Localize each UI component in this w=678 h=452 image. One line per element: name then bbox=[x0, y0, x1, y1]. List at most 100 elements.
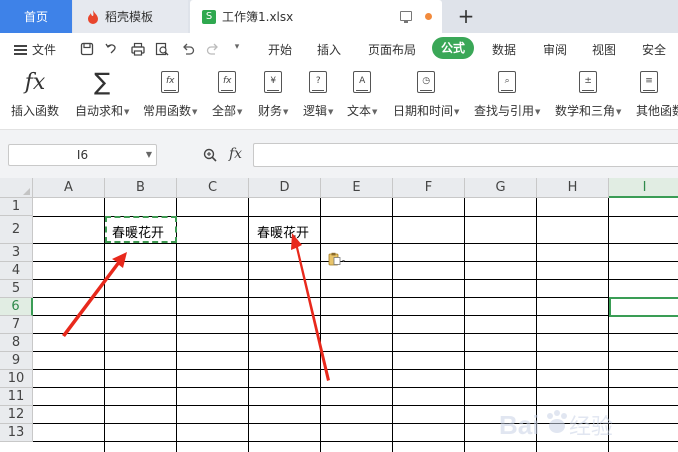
svg-text:经验: 经验 bbox=[569, 414, 613, 439]
common-functions-button[interactable]: fx 常用函数▼ bbox=[143, 69, 197, 119]
save-icon[interactable] bbox=[80, 42, 94, 56]
question-book-icon: ? bbox=[305, 69, 331, 95]
ribbon-label: 查找与引用 bbox=[474, 104, 535, 118]
column-header[interactable]: B bbox=[105, 178, 177, 198]
cell-border bbox=[33, 261, 678, 262]
row-header[interactable]: 3 bbox=[0, 244, 33, 262]
cell-border bbox=[33, 315, 678, 316]
docer-flame-icon bbox=[88, 9, 98, 24]
autosum-button[interactable]: ∑ 自动求和▼ bbox=[75, 68, 129, 119]
baidu-watermark: Bai 经验 bbox=[497, 404, 672, 444]
cell-border bbox=[33, 243, 678, 244]
column-header[interactable]: H bbox=[537, 178, 609, 198]
cell-border bbox=[33, 351, 678, 352]
customize-toolbar-icon[interactable]: ▾ bbox=[230, 42, 244, 56]
name-box[interactable]: I6 ▼ bbox=[8, 144, 157, 166]
ribbon-label: 全部 bbox=[212, 104, 237, 118]
insert-function-button[interactable]: fx 插入函数 bbox=[11, 69, 59, 119]
insert-function-fx-icon[interactable]: fx bbox=[229, 146, 242, 162]
formula-input[interactable] bbox=[253, 143, 678, 167]
redo-icon[interactable] bbox=[206, 42, 220, 56]
tab-templates[interactable]: 稻壳模板 bbox=[73, 0, 188, 33]
svg-text:Bai: Bai bbox=[499, 410, 539, 440]
plusminus-book-icon: ± bbox=[575, 69, 601, 95]
formula-bar: I6 ▼ fx bbox=[0, 130, 678, 178]
tab-document-label: 工作簿1.xlsx bbox=[222, 10, 294, 24]
financial-functions-button[interactable]: ¥ 财务▼ bbox=[258, 69, 288, 119]
column-header[interactable]: G bbox=[465, 178, 537, 198]
undo-history-icon[interactable] bbox=[105, 42, 119, 56]
yen-book-icon: ¥ bbox=[260, 69, 286, 95]
clock-book-icon: ◷ bbox=[413, 69, 439, 95]
tab-home-label: 首页 bbox=[23, 10, 48, 24]
ribbon-label: 财务 bbox=[258, 104, 283, 118]
row-header[interactable]: 5 bbox=[0, 280, 33, 298]
ribbon-label: 自动求和 bbox=[75, 104, 124, 118]
all-functions-button[interactable]: fx 全部▼ bbox=[212, 69, 242, 119]
column-header[interactable]: F bbox=[393, 178, 465, 198]
ribbon-label: 常用函数 bbox=[143, 104, 192, 118]
undo-icon[interactable] bbox=[181, 42, 195, 56]
active-cell-i6[interactable] bbox=[609, 297, 678, 317]
column-header[interactable]: E bbox=[321, 178, 393, 198]
cell-border bbox=[33, 387, 678, 388]
cell-border bbox=[33, 279, 678, 280]
new-tab-button[interactable]: + bbox=[455, 3, 477, 29]
file-menu-button[interactable]: 文件 bbox=[14, 41, 56, 58]
row-header[interactable]: 2 bbox=[0, 216, 33, 244]
row-header[interactable]: 10 bbox=[0, 370, 33, 388]
other-functions-button[interactable]: ≡ 其他函数 bbox=[636, 69, 678, 119]
cell-d2[interactable]: 春暖花开 bbox=[257, 222, 309, 241]
select-all-corner[interactable] bbox=[0, 178, 33, 198]
row-header-selected[interactable]: 6 bbox=[0, 298, 33, 316]
row-header[interactable]: 12 bbox=[0, 406, 33, 424]
cell-border bbox=[464, 198, 465, 452]
row-header[interactable]: 4 bbox=[0, 262, 33, 280]
logical-functions-button[interactable]: ? 逻辑▼ bbox=[303, 69, 333, 119]
tab-home[interactable]: 首页 bbox=[0, 0, 72, 33]
date-time-functions-button[interactable]: ◷ 日期和时间▼ bbox=[393, 69, 459, 119]
column-header-selected[interactable]: I bbox=[609, 178, 678, 198]
ribbon-label: 插入函数 bbox=[11, 104, 60, 118]
row-header[interactable]: 7 bbox=[0, 316, 33, 334]
cell-border bbox=[392, 198, 393, 452]
menu-tab-start[interactable]: 开始 bbox=[268, 41, 292, 58]
ribbon-label: 文本 bbox=[347, 104, 372, 118]
print-preview-icon[interactable] bbox=[155, 42, 169, 56]
chevron-down-icon[interactable]: ▼ bbox=[146, 145, 152, 165]
copy-marquee bbox=[105, 216, 177, 243]
menu-bar: 文件 ▾ 开始 插入 页面布局 公式 数据 审阅 视图 安全 bbox=[0, 33, 678, 65]
menu-tab-page-layout[interactable]: 页面布局 bbox=[368, 41, 416, 58]
column-header[interactable]: C bbox=[177, 178, 249, 198]
fx-book-icon: fx bbox=[157, 69, 183, 95]
monitor-icon[interactable] bbox=[400, 11, 412, 23]
row-header[interactable]: 1 bbox=[0, 198, 33, 216]
row-header[interactable]: 13 bbox=[0, 424, 33, 442]
text-functions-button[interactable]: A 文本▼ bbox=[347, 69, 377, 119]
tab-document[interactable]: S 工作簿1.xlsx bbox=[190, 0, 442, 33]
menu-tab-view[interactable]: 视图 bbox=[592, 41, 616, 58]
column-header[interactable]: D bbox=[249, 178, 321, 198]
file-menu-label: 文件 bbox=[32, 43, 57, 57]
math-trig-functions-button[interactable]: ± 数学和三角▼ bbox=[555, 69, 621, 119]
cell-border bbox=[320, 198, 321, 452]
zoom-search-icon[interactable] bbox=[203, 148, 217, 162]
print-icon[interactable] bbox=[131, 42, 145, 56]
menu-tab-insert[interactable]: 插入 bbox=[317, 41, 341, 58]
book-icon: ≡ bbox=[636, 69, 662, 95]
menu-tab-review[interactable]: 审阅 bbox=[543, 41, 567, 58]
row-header[interactable]: 9 bbox=[0, 352, 33, 370]
formulas-ribbon: fx 插入函数 ∑ 自动求和▼ fx 常用函数▼ fx 全部▼ ¥ 财务▼ ? … bbox=[0, 65, 678, 130]
search-book-icon: ⌕ bbox=[494, 69, 520, 95]
paste-options-icon[interactable] bbox=[328, 252, 346, 266]
menu-tab-security[interactable]: 安全 bbox=[642, 41, 666, 58]
hamburger-icon bbox=[14, 44, 27, 55]
row-header[interactable]: 11 bbox=[0, 388, 33, 406]
menu-tab-formulas[interactable]: 公式 bbox=[432, 37, 475, 59]
lookup-reference-functions-button[interactable]: ⌕ 查找与引用▼ bbox=[474, 69, 540, 119]
cell-border bbox=[33, 333, 678, 334]
menu-tab-data[interactable]: 数据 bbox=[492, 41, 516, 58]
row-header[interactable]: 8 bbox=[0, 334, 33, 352]
cell-border bbox=[33, 369, 678, 370]
column-header[interactable]: A bbox=[33, 178, 105, 198]
